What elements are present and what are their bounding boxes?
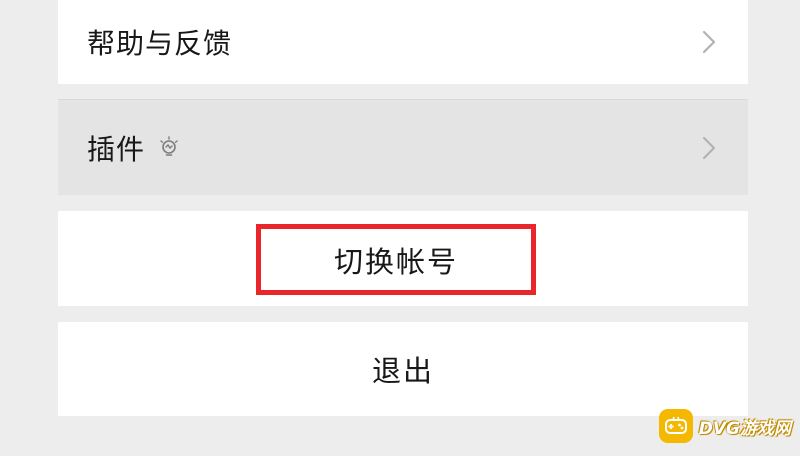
logout-button[interactable]: 退出 [58, 322, 748, 416]
gamepad-icon [658, 409, 693, 443]
help-feedback-row[interactable]: 帮助与反馈 [58, 0, 748, 84]
logout-label: 退出 [371, 354, 434, 388]
chevron-right-icon [700, 28, 718, 56]
plugins-label: 插件 [87, 132, 146, 166]
plugins-row[interactable]: 插件 [58, 99, 748, 195]
lightbulb-icon [159, 135, 181, 160]
watermark-logo: DVG游戏网 [658, 406, 791, 446]
switch-account-label: 切换帐号 [333, 244, 458, 279]
switch-account-button[interactable]: 切换帐号 [256, 224, 536, 295]
watermark-text: DVG游戏网 [698, 418, 791, 439]
help-feedback-label: 帮助与反馈 [87, 27, 233, 60]
chevron-right-icon [700, 134, 718, 162]
